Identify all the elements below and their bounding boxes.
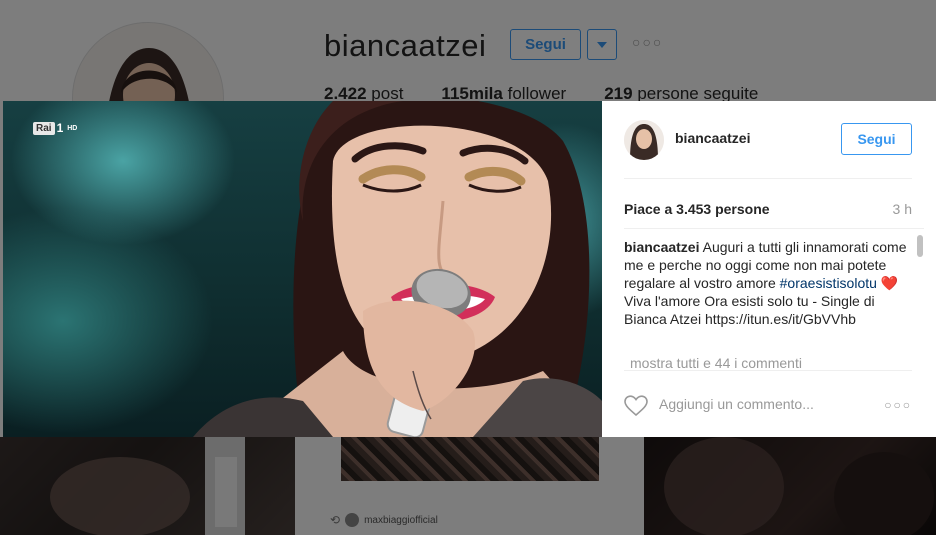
heart-emoji: ❤️ xyxy=(880,275,899,291)
scrollbar-thumb[interactable] xyxy=(917,235,923,257)
singer-illustration xyxy=(193,101,602,437)
caption-hashtag[interactable]: #oraesistisolotu xyxy=(780,275,877,291)
add-comment-input[interactable] xyxy=(659,396,859,412)
comments-scrollbar[interactable] xyxy=(916,235,924,363)
post-modal: Rai 1 HD biancaatzei Segui Piace a 3.453… xyxy=(3,101,936,437)
post-time: 3 h xyxy=(892,201,912,217)
post-photo[interactable]: Rai 1 HD xyxy=(3,101,602,437)
caption-text-2: Viva l'amore Ora esisti solo tu - Single… xyxy=(624,293,875,327)
channel-logo: Rai 1 HD xyxy=(33,121,77,135)
post-caption: biancaatzei Auguri a tutti gli innamorat… xyxy=(624,238,914,328)
more-options-icon[interactable]: ○○○ xyxy=(884,398,912,412)
post-author-avatar[interactable] xyxy=(624,120,664,160)
post-sidebar: biancaatzei Segui Piace a 3.453 persone … xyxy=(602,101,936,437)
likes-count[interactable]: Piace a 3.453 persone xyxy=(624,201,770,217)
heart-icon[interactable] xyxy=(624,395,648,417)
follow-button[interactable]: Segui xyxy=(841,123,912,155)
post-actions: ○○○ xyxy=(624,370,912,437)
post-header: biancaatzei Segui xyxy=(624,101,912,179)
caption-author[interactable]: biancaatzei xyxy=(624,239,699,255)
post-author-username[interactable]: biancaatzei xyxy=(675,130,750,146)
view-all-comments-link[interactable]: mostra tutti e 44 i commenti xyxy=(630,355,802,370)
comments-area[interactable]: biancaatzei Auguri a tutti gli innamorat… xyxy=(624,228,924,370)
